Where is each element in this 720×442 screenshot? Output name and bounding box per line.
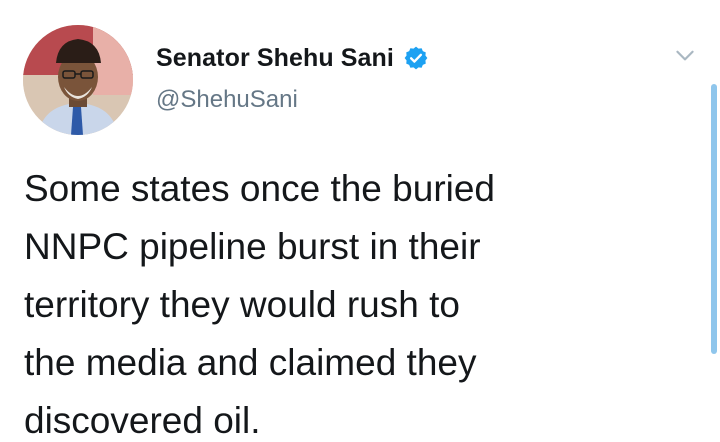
tweet-text-line: discovered oil. (24, 400, 261, 441)
scrollbar[interactable] (711, 84, 717, 354)
author-handle[interactable]: @ShehuSani (156, 86, 298, 114)
avatar[interactable] (23, 25, 133, 135)
tweet-text-line: NNPC pipeline burst in their (24, 226, 481, 267)
tweet-text: Some states once the buried NNPC pipelin… (24, 160, 684, 442)
tweet-card: Senator Shehu Sani @ShehuSani Some state… (0, 0, 720, 442)
chevron-down-icon[interactable] (672, 42, 698, 68)
author-display-name[interactable]: Senator Shehu Sani (156, 44, 394, 73)
author-line: Senator Shehu Sani (156, 40, 429, 76)
tweet-text-line: Some states once the buried (24, 168, 496, 209)
avatar-photo (23, 25, 133, 135)
tweet-text-line: the media and claimed they (24, 342, 477, 383)
tweet-text-line: territory they would rush to (24, 284, 460, 325)
verified-badge-icon (403, 45, 429, 71)
